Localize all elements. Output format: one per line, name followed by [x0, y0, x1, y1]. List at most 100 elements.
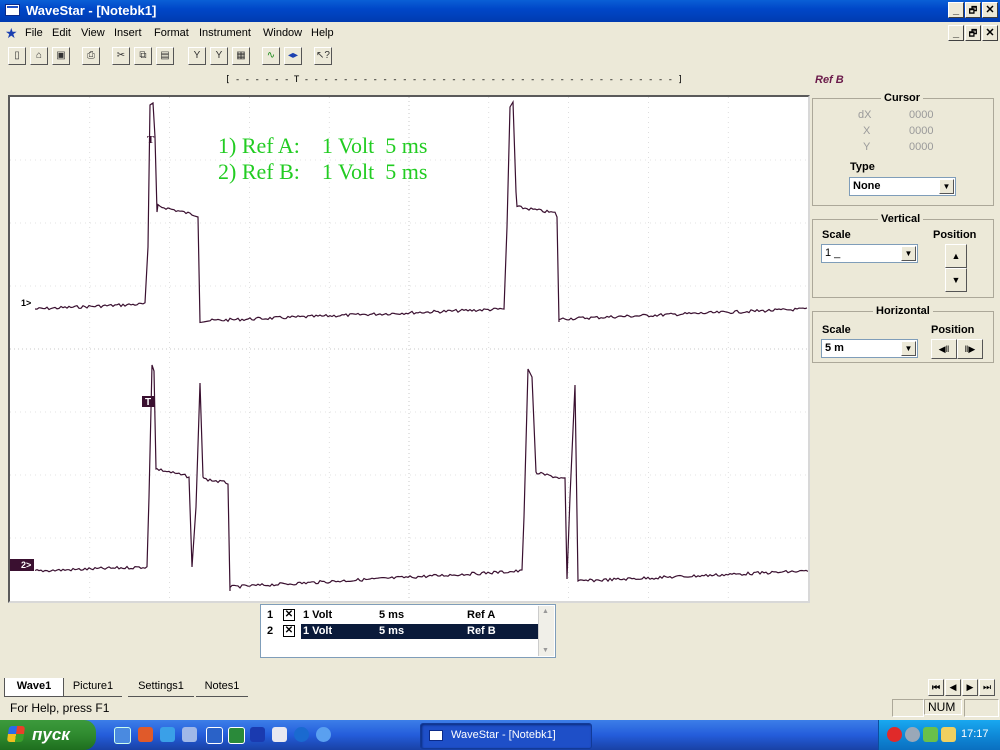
dx-label: dX	[858, 109, 872, 121]
save-icon[interactable]: ▣	[52, 47, 70, 65]
vertical-title: Vertical	[878, 213, 924, 225]
measure-icon[interactable]: ◂▸	[284, 47, 302, 65]
y-value: 0000	[909, 141, 934, 153]
sheet-tabs: Wave1 Picture1 Settings1 Notes1 ⏮ ◀ ▶ ⏭	[0, 676, 1000, 698]
channel-row-1[interactable]: 1 ✕ 1 Volt 5 ms Ref A	[263, 608, 539, 623]
channel-ref: Ref B	[467, 625, 496, 637]
next-tab-icon[interactable]: ▶	[962, 679, 978, 696]
doc-restore-button[interactable]: 🗗	[965, 25, 981, 41]
copy-icon[interactable]: ⧉	[134, 47, 152, 65]
status-help-text: For Help, press F1	[10, 701, 110, 715]
quicklaunch-icon-4[interactable]	[182, 727, 197, 742]
context-help-icon[interactable]: ↖?	[314, 47, 332, 65]
new-icon[interactable]: ▯	[8, 47, 26, 65]
tray-icon-4[interactable]	[941, 727, 956, 742]
menu-view[interactable]: View	[81, 27, 105, 39]
doc-minimize-button[interactable]: _	[948, 25, 964, 41]
waveform-icon[interactable]: ∿	[262, 47, 280, 65]
tray-icon-2[interactable]	[905, 727, 920, 742]
horizontal-scale-select[interactable]: 5 m ▼	[821, 339, 918, 358]
x-value: 0000	[909, 125, 934, 137]
minimize-button[interactable]: _	[948, 2, 964, 18]
notepad-icon[interactable]	[272, 727, 287, 742]
num-lock-indicator: NUM	[924, 699, 962, 715]
scroll-up-icon[interactable]: ▲	[542, 608, 549, 615]
menu-bar: ★ File Edit View Insert Format Instrumen…	[0, 22, 1000, 43]
last-tab-icon[interactable]: ⏭	[979, 679, 995, 696]
tray-icon-1[interactable]	[887, 727, 902, 742]
horizontal-scale-label: Scale	[822, 324, 851, 336]
trigger-marker-1[interactable]: T	[147, 134, 155, 146]
word-icon[interactable]	[206, 727, 223, 744]
quicklaunch-icon-1[interactable]	[114, 727, 131, 744]
vertical-scale-select[interactable]: 1 _ ▼	[821, 244, 918, 263]
menu-help[interactable]: Help	[311, 27, 334, 39]
chevron-down-icon[interactable]: ▼	[901, 246, 916, 261]
menu-format[interactable]: Format	[154, 27, 189, 39]
network-icon[interactable]	[316, 727, 331, 742]
print-icon[interactable]: ⎙	[82, 47, 100, 65]
menu-instrument[interactable]: Instrument	[199, 27, 251, 39]
first-tab-icon[interactable]: ⏮	[928, 679, 944, 696]
horizontal-position-left-button[interactable]: ◀‖	[931, 339, 957, 359]
vertical-scale-value: 1 _	[825, 247, 841, 259]
ruler-text: [ - - - - - - T - - - - - - - - - - - - …	[225, 75, 683, 85]
chevron-down-icon[interactable]: ▼	[939, 179, 954, 194]
vertical-position-down-button[interactable]: ▼	[945, 268, 967, 292]
taskbar-task-wavestar[interactable]: WaveStar - [Notebk1]	[420, 723, 592, 749]
y-cursor-icon[interactable]: Y	[188, 47, 206, 65]
window-icon	[429, 730, 443, 741]
excel-icon[interactable]	[228, 727, 245, 744]
tab-wave1[interactable]: Wave1	[4, 678, 64, 697]
channel-list-scrollbar[interactable]: ▲ ▼	[538, 606, 554, 656]
window-title: WaveStar - [Notebk1]	[26, 3, 157, 18]
cut-icon[interactable]: ✂	[112, 47, 130, 65]
doc-star-icon[interactable]: ★	[5, 25, 18, 42]
channel2-marker[interactable]: 2>	[21, 560, 31, 570]
channel-checkbox[interactable]: ✕	[283, 625, 295, 637]
horizontal-position-right-button[interactable]: ‖▶	[957, 339, 983, 359]
paste-icon[interactable]: ▤	[156, 47, 174, 65]
tab-notes1[interactable]: Notes1	[196, 678, 248, 697]
restore-button[interactable]: 🗗	[965, 2, 981, 18]
chevron-down-icon[interactable]: ▼	[901, 341, 916, 356]
scroll-down-icon[interactable]: ▼	[542, 647, 549, 654]
y-marker-icon[interactable]: Y	[210, 47, 228, 65]
menu-file[interactable]: File	[25, 27, 43, 39]
cursor-type-select[interactable]: None ▼	[849, 177, 956, 196]
prev-tab-icon[interactable]: ◀	[945, 679, 961, 696]
menu-insert[interactable]: Insert	[114, 27, 142, 39]
channel-volt: 1 Volt	[303, 609, 333, 621]
save-disk-icon[interactable]	[250, 727, 265, 742]
tab-settings1[interactable]: Settings1	[128, 678, 194, 697]
tab-picture1[interactable]: Picture1	[64, 678, 122, 697]
horizontal-title: Horizontal	[873, 305, 933, 317]
vertical-position-up-button[interactable]: ▲	[945, 244, 967, 268]
tray-icon-3[interactable]	[923, 727, 938, 742]
windows-logo-icon	[6, 726, 26, 742]
menu-edit[interactable]: Edit	[52, 27, 71, 39]
open-folder-icon[interactable]: ⌂	[30, 47, 48, 65]
close-button[interactable]: ✕	[982, 2, 998, 18]
dx-value: 0000	[909, 109, 934, 121]
table-icon[interactable]: ▦	[232, 47, 250, 65]
channel1-marker[interactable]: 1>	[21, 298, 31, 308]
trigger-marker-2[interactable]: T	[145, 397, 151, 408]
x-label: X	[863, 125, 871, 137]
channel-time: 5 ms	[379, 609, 405, 621]
status-bar: For Help, press F1 NUM	[0, 698, 1000, 718]
trigger-ruler[interactable]: [ - - - - - - T - - - - - - - - - - - - …	[225, 72, 683, 90]
channel-row-2[interactable]: 2 ✕ 1 Volt 5 ms Ref B	[263, 624, 539, 639]
doc-close-button[interactable]: ✕	[982, 25, 998, 41]
app-window-icon	[5, 4, 20, 16]
quicklaunch-icon-2[interactable]	[138, 727, 153, 742]
start-button[interactable]: пуск	[0, 720, 96, 750]
start-label: пуск	[32, 725, 70, 744]
media-player-icon[interactable]	[294, 727, 309, 742]
channel-ref: Ref A	[467, 609, 496, 621]
vertical-position-label: Position	[933, 229, 977, 241]
quicklaunch-icon-3[interactable]	[160, 727, 175, 742]
waveform-display[interactable]: 1) Ref A: 1 Volt 5 ms 2) Ref B: 1 Volt 5…	[8, 95, 810, 603]
channel-checkbox[interactable]: ✕	[283, 609, 295, 621]
menu-window[interactable]: Window	[263, 27, 302, 39]
